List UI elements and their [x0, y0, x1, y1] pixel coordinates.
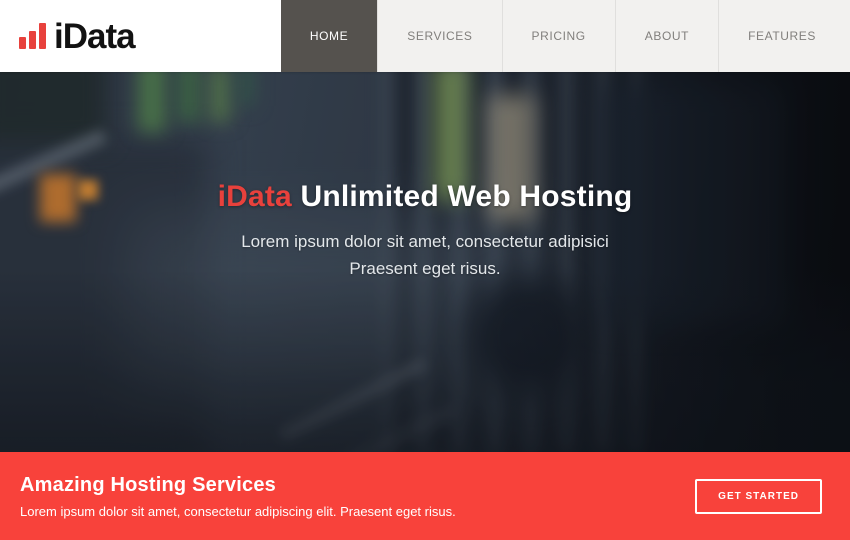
nav-item-about[interactable]: ABOUT [615, 0, 718, 72]
nav-item-pricing[interactable]: PRICING [502, 0, 615, 72]
get-started-button[interactable]: GET STARTED [695, 479, 822, 514]
nav-item-features[interactable]: FEATURES [718, 0, 850, 72]
hero-subtitle-line2: Praesent eget risus. [349, 259, 500, 278]
cta-bar: Amazing Hosting Services Lorem ipsum dol… [0, 452, 850, 540]
bar-chart-icon [19, 23, 46, 49]
hero-content: iData Unlimited Web Hosting Lorem ipsum … [0, 180, 850, 282]
hero-title-accent: iData [218, 180, 292, 213]
nav-item-services[interactable]: SERVICES [377, 0, 501, 72]
cta-subtext: Lorem ipsum dolor sit amet, consectetur … [20, 504, 695, 519]
main-nav: HOME SERVICES PRICING ABOUT FEATURES [281, 0, 850, 72]
nav-item-home[interactable]: HOME [281, 0, 377, 72]
hero-subtitle: Lorem ipsum dolor sit amet, consectetur … [0, 228, 850, 282]
logo[interactable]: iData [0, 0, 135, 72]
logo-text: iData [54, 19, 135, 54]
site-header: iData HOME SERVICES PRICING ABOUT FEATUR… [0, 0, 850, 72]
hero-title-rest: Unlimited Web Hosting [292, 180, 633, 213]
cta-heading: Amazing Hosting Services [20, 474, 695, 497]
hero-title: iData Unlimited Web Hosting [0, 180, 850, 214]
hero-section: iData Unlimited Web Hosting Lorem ipsum … [0, 72, 850, 452]
page: iData HOME SERVICES PRICING ABOUT FEATUR… [0, 0, 850, 540]
cta-text: Amazing Hosting Services Lorem ipsum dol… [20, 474, 695, 519]
hero-subtitle-line1: Lorem ipsum dolor sit amet, consectetur … [241, 232, 609, 251]
